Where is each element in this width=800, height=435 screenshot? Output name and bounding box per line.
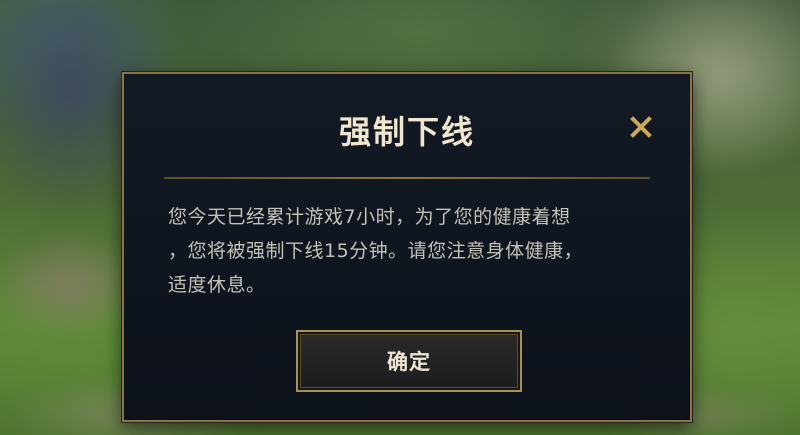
- title-divider: [164, 177, 650, 179]
- forced-logout-dialog: 强制下线 您今天已经累计游戏7小时，为了您的健康着想 ，您将被强制下线15分钟。…: [122, 72, 692, 422]
- message-line: ，您将被强制下线15分钟。请您注意身体健康，: [168, 240, 584, 262]
- close-button[interactable]: [626, 112, 656, 142]
- dialog-title: 强制下线: [338, 113, 475, 151]
- game-scene: 强制下线 您今天已经累计游戏7小时，为了您的健康着想 ，您将被强制下线15分钟。…: [0, 0, 800, 435]
- close-icon: [630, 116, 652, 138]
- message-line: 您今天已经累计游戏7小时，为了您的健康着想: [168, 206, 571, 228]
- dialog-message: 您今天已经累计游戏7小时，为了您的健康着想 ，您将被强制下线15分钟。请您注意身…: [168, 200, 650, 302]
- confirm-button[interactable]: 确定: [296, 330, 522, 392]
- message-line: 适度休息。: [168, 274, 266, 296]
